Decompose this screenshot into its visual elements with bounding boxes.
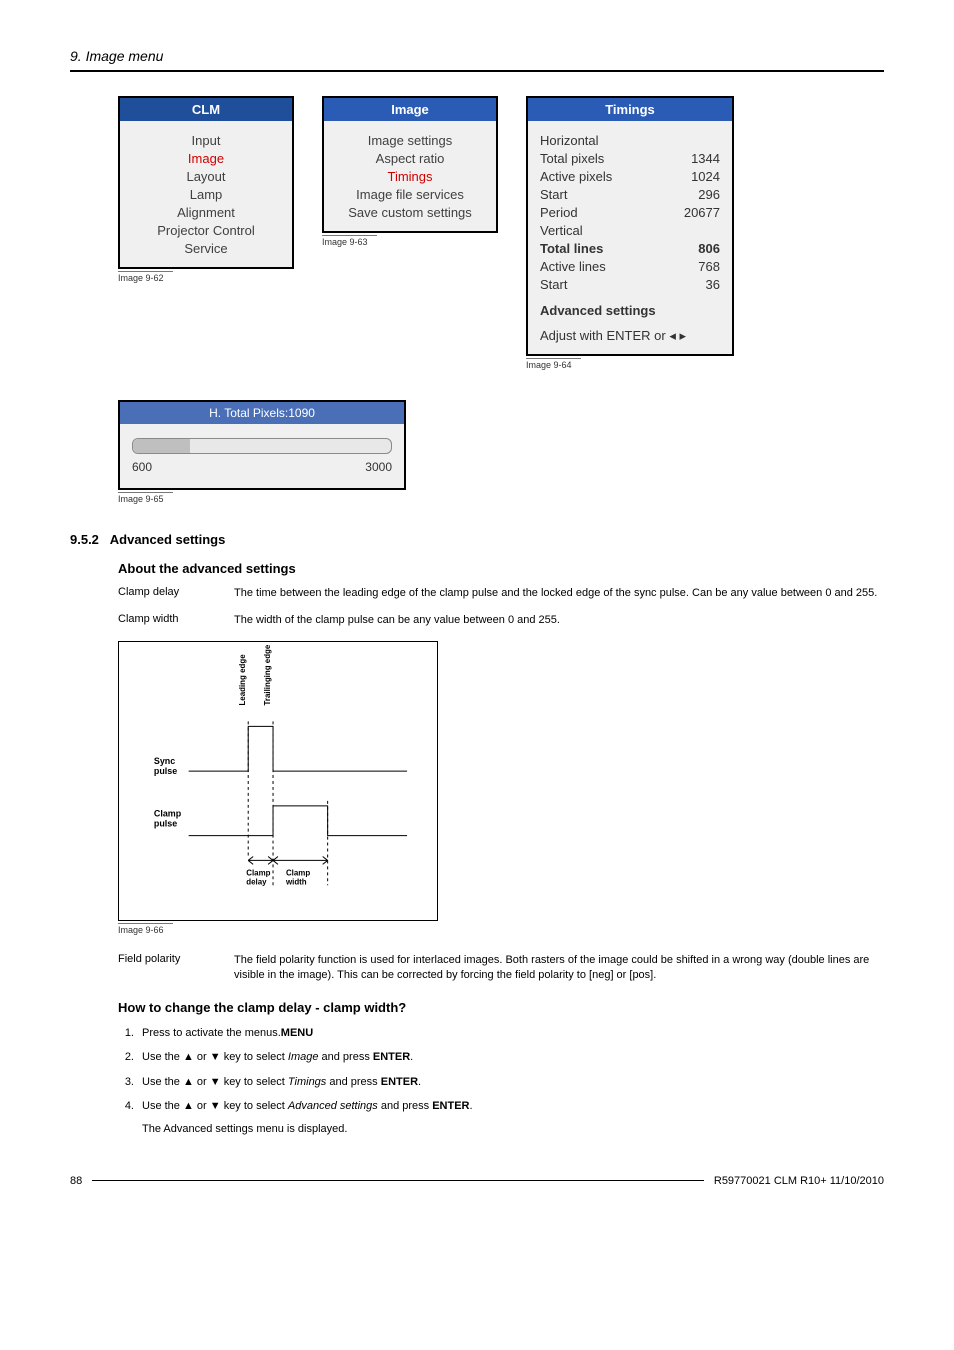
clm-menu-item[interactable]: Lamp [132, 185, 280, 203]
def-row: Clamp delay The time between the leading … [118, 586, 884, 601]
menu-clm-box: CLM InputImageLayoutLampAlignmentProject… [118, 96, 294, 269]
clamp-width-label: Clampwidth [285, 868, 310, 886]
caption-9-65: Image 9-65 [118, 492, 173, 504]
leading-edge-label: Leading edge [238, 654, 247, 706]
about-heading: About the advanced settings [118, 561, 884, 576]
slider-track[interactable] [132, 438, 392, 454]
step-row: 4.Use the ▲ or ▼ key to select Advanced … [118, 1098, 884, 1115]
step-row: 3.Use the ▲ or ▼ key to select Timings a… [118, 1074, 884, 1091]
def-term: Clamp width [118, 613, 218, 628]
timings-row: Total pixels1344 [540, 149, 720, 167]
slider-fill [133, 439, 190, 453]
menu-image-box: Image Image settingsAspect ratioTimingsI… [322, 96, 498, 233]
timings-row: Start36 [540, 275, 720, 293]
sync-pulse-label: Syncpulse [154, 756, 177, 776]
caption-9-64: Image 9-64 [526, 358, 581, 370]
timings-row: Total lines806 [540, 239, 720, 257]
section-heading: 9.5.2 Advanced settings [70, 532, 884, 547]
def-term: Clamp delay [118, 586, 218, 601]
timings-row: Active pixels1024 [540, 167, 720, 185]
clm-menu-item[interactable]: Alignment [132, 203, 280, 221]
chapter-title: 9. Image menu [70, 48, 884, 64]
howto-heading: How to change the clamp delay - clamp wi… [118, 1000, 884, 1015]
step-row: 2.Use the ▲ or ▼ key to select Image and… [118, 1049, 884, 1066]
slider-title: H. Total Pixels:1090 [120, 402, 404, 424]
image-menu-item[interactable]: Save custom settings [336, 203, 484, 221]
slider-panel: H. Total Pixels:1090 600 3000 [118, 400, 406, 490]
def-desc: The width of the clamp pulse can be any … [234, 613, 884, 628]
caption-9-66: Image 9-66 [118, 923, 173, 935]
timings-row: Start296 [540, 185, 720, 203]
header-rule [70, 70, 884, 72]
def-term: Field polarity [118, 953, 218, 984]
caption-9-63: Image 9-63 [322, 235, 377, 247]
footer-doc: R59770021 CLM R10+ 11/10/2010 [714, 1175, 884, 1187]
menu-screenshots-row: CLM InputImageLayoutLampAlignmentProject… [118, 96, 884, 370]
slider-max: 3000 [365, 460, 392, 474]
clamp-delay-label: Clampdelay [246, 868, 270, 886]
timings-adjust: Adjust with ENTER or ◂ ▸ [540, 328, 720, 344]
clm-menu-item[interactable]: Input [132, 131, 280, 149]
trailing-edge-label: Trailinging edge [263, 644, 272, 705]
step-row: 1.Press to activate the menus.MENU [118, 1025, 884, 1042]
clamp-pulse-label: Clamppulse [154, 809, 182, 829]
timings-v-label: Vertical [540, 223, 583, 238]
image-menu-item[interactable]: Timings [336, 167, 484, 185]
menu-image-title: Image [324, 98, 496, 121]
image-menu-item[interactable]: Image file services [336, 185, 484, 203]
footer-line [92, 1180, 704, 1181]
menu-clm-title: CLM [120, 98, 292, 121]
menu-timings-box: Timings Horizontal Total pixels1344Activ… [526, 96, 734, 356]
clm-menu-item[interactable]: Projector Control [132, 221, 280, 239]
slider-min: 600 [132, 460, 152, 474]
menu-timings-title: Timings [528, 98, 732, 121]
timings-row: Period20677 [540, 203, 720, 221]
footer: 88 R59770021 CLM R10+ 11/10/2010 [70, 1175, 884, 1187]
footer-page: 88 [70, 1175, 82, 1187]
caption-9-62: Image 9-62 [118, 271, 173, 283]
image-menu-item[interactable]: Aspect ratio [336, 149, 484, 167]
timings-h-label: Horizontal [540, 133, 599, 148]
def-field-polarity: Field polarity The field polarity functi… [118, 953, 884, 984]
def-desc: The time between the leading edge of the… [234, 586, 884, 601]
clm-menu-item[interactable]: Service [132, 239, 280, 257]
timings-row: Active lines768 [540, 257, 720, 275]
clamp-diagram: Leading edge Trailinging edge Syncpulse … [118, 641, 438, 921]
clm-menu-item[interactable]: Image [132, 149, 280, 167]
def-desc: The field polarity function is used for … [234, 953, 884, 984]
step-response: The Advanced settings menu is displayed. [142, 1123, 884, 1135]
image-menu-item[interactable]: Image settings [336, 131, 484, 149]
clm-menu-item[interactable]: Layout [132, 167, 280, 185]
def-row: Clamp width The width of the clamp pulse … [118, 613, 884, 628]
timings-advanced: Advanced settings [540, 303, 720, 318]
